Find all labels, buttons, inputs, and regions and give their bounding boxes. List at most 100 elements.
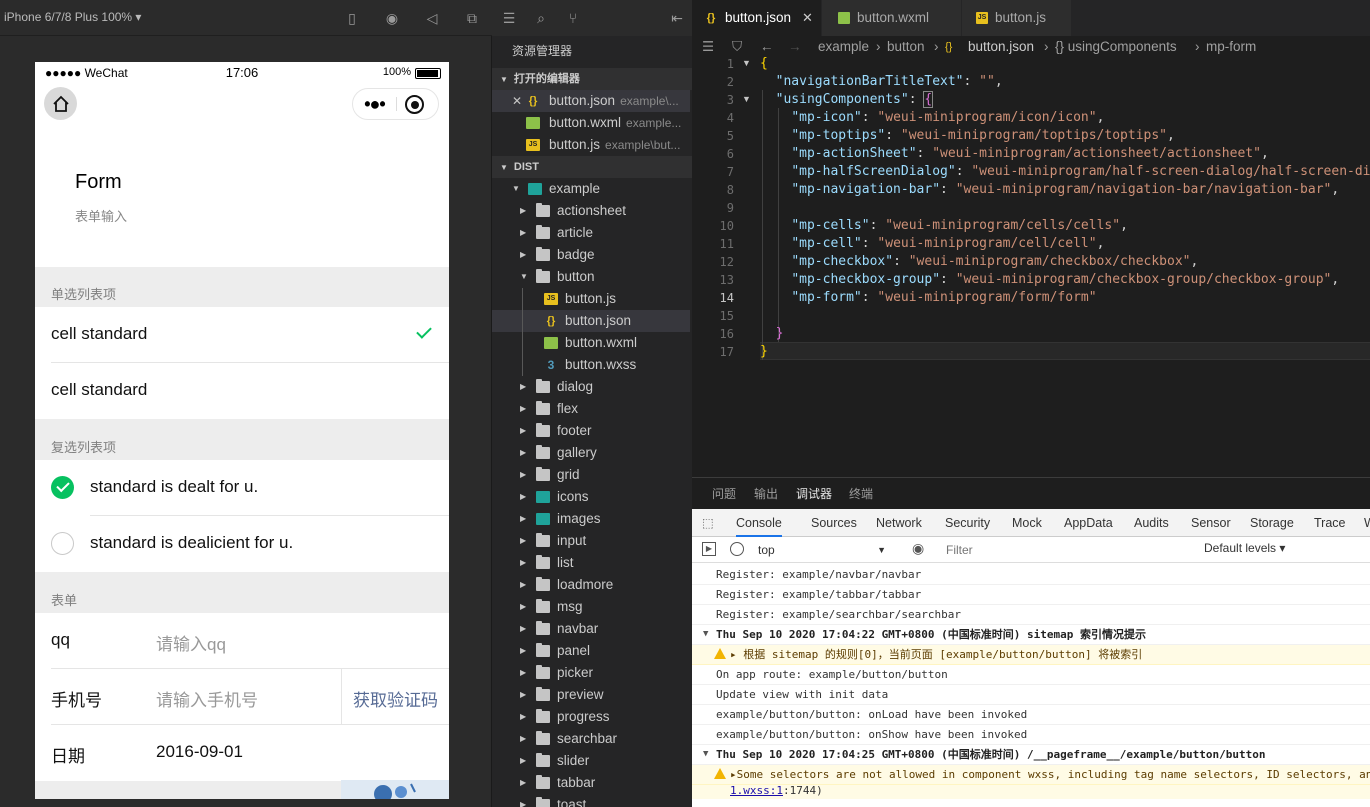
collapse-sidebar-icon[interactable]: ⇤ (668, 9, 686, 27)
folder-item[interactable]: ▶ panel (492, 640, 690, 662)
filter-input[interactable] (944, 541, 1196, 559)
folder-item[interactable]: ▶ gallery (492, 442, 690, 464)
open-editor-item[interactable]: button.wxml example... (492, 112, 690, 134)
folder-item[interactable]: ▶ slider (492, 750, 690, 772)
close-capsule-icon[interactable] (405, 95, 424, 114)
code-line[interactable]: "mp-halfScreenDialog": "weui-miniprogram… (760, 164, 1370, 179)
tab-output[interactable]: 输出 (754, 485, 778, 502)
folder-item[interactable]: ▶ msg (492, 596, 690, 618)
tab-button-json[interactable]: {} button.json ✕ (692, 0, 822, 36)
code-line[interactable]: "navigationBarTitleText": "", (760, 74, 1003, 89)
console-group-header[interactable]: ▼ Thu Sep 10 2020 17:04:22 GMT+0800 (中国标准… (692, 625, 1370, 645)
radio-cell[interactable]: cell standard (35, 363, 449, 419)
code-line[interactable]: "mp-checkbox": "weui-miniprogram/checkbo… (760, 254, 1198, 269)
console-warning[interactable]: ▸ 根据 sitemap 的规则[0]，当前页面 [example/button… (692, 645, 1370, 665)
folder-item[interactable]: ▶ images (492, 508, 690, 530)
explorer-icon[interactable]: ☰ (500, 9, 518, 27)
console-warning[interactable]: ▸Some selectors are not allowed in compo… (692, 765, 1370, 785)
get-verification-code-button[interactable]: 获取验证码 (353, 686, 438, 711)
breadcrumb-item[interactable]: button.json (968, 36, 1034, 58)
folder-item[interactable]: ▼ button (492, 266, 690, 288)
record-icon[interactable]: ◉ (383, 9, 401, 27)
console-group-header[interactable]: ▼ Thu Sep 10 2020 17:04:25 GMT+0800 (中国标准… (692, 745, 1370, 765)
code-line[interactable]: } (760, 344, 768, 359)
close-tab-icon[interactable]: ✕ (802, 0, 813, 36)
folder-item[interactable]: ▶ tabbar (492, 772, 690, 794)
tab-terminal[interactable]: 终端 (849, 485, 873, 502)
qq-input[interactable]: 请输入qq (156, 630, 226, 655)
code-line[interactable]: "usingComponents": { (760, 91, 934, 108)
bookmark-icon[interactable]: ⛉ (732, 36, 742, 58)
clear-console-icon[interactable] (730, 542, 744, 556)
checkbox-unchecked-icon[interactable] (51, 532, 74, 555)
folder-item[interactable]: ▶ input (492, 530, 690, 552)
collapse-arrow-icon[interactable]: ▼ (703, 625, 708, 644)
tab-audits[interactable]: Audits (1134, 509, 1169, 537)
folder-item[interactable]: ▶ loadmore (492, 574, 690, 596)
tab-mock[interactable]: Mock (1012, 509, 1042, 537)
tab-problems[interactable]: 问题 (712, 485, 736, 502)
close-icon[interactable]: ✕ (512, 90, 522, 112)
code-line[interactable]: "mp-icon": "weui-miniprogram/icon/icon", (760, 110, 1104, 125)
folder-item[interactable]: ▶ badge (492, 244, 690, 266)
section-open-editors[interactable]: ▼ 打开的编辑器 (492, 68, 692, 90)
radio-cell[interactable]: cell standard (35, 307, 449, 363)
window-icon[interactable]: ⧉ (463, 9, 481, 27)
folder-item[interactable]: ▶ preview (492, 684, 690, 706)
tab-storage[interactable]: Storage (1250, 509, 1294, 537)
date-field[interactable]: 日期 2016-09-01 (35, 725, 449, 781)
code-line[interactable]: "mp-cells": "weui-miniprogram/cells/cell… (760, 218, 1128, 233)
tab-debugger[interactable]: 调试器 (796, 485, 832, 502)
eye-icon[interactable]: ◉ (912, 540, 924, 557)
code-line[interactable]: "mp-form": "weui-miniprogram/form/form" (760, 290, 1096, 305)
folder-item[interactable]: ▶ navbar (492, 618, 690, 640)
section-dist[interactable]: ▼ DIST (492, 156, 692, 178)
breadcrumb-item[interactable]: {} usingComponents (1055, 36, 1177, 58)
checkbox-cell[interactable]: standard is dealt for u. (35, 460, 449, 516)
folder-item[interactable]: ▶ searchbar (492, 728, 690, 750)
device-select[interactable]: iPhone 6/7/8 Plus 100% ▾ (4, 10, 141, 24)
sidebar-toggle-icon[interactable]: ▶ (702, 542, 716, 556)
back-arrow-icon[interactable]: ← (760, 36, 774, 58)
breadcrumb-item[interactable]: button (887, 36, 925, 58)
folder-item[interactable]: ▶ actionsheet (492, 200, 690, 222)
code-line[interactable]: "mp-toptips": "weui-miniprogram/toptips/… (760, 128, 1175, 143)
console-message[interactable]: 1.wxss:1:1744) (692, 785, 1370, 799)
folder-item[interactable]: ▶ progress (492, 706, 690, 728)
tab-security[interactable]: Security (945, 509, 990, 537)
tab-network[interactable]: Network (876, 509, 922, 537)
folder-item[interactable]: ▶ grid (492, 464, 690, 486)
log-levels-select[interactable]: Default levels ▾ (1204, 541, 1285, 555)
folder-item[interactable]: ▶ toast (492, 794, 690, 807)
code-line[interactable]: } (760, 326, 784, 341)
date-value[interactable]: 2016-09-01 (156, 742, 243, 762)
open-editor-item[interactable]: JS button.js example\but... (492, 134, 690, 156)
fold-chevron-icon[interactable]: ▼ (742, 58, 751, 68)
breadcrumb-item[interactable]: mp-form (1206, 36, 1256, 58)
source-control-icon[interactable]: ⑂ (564, 9, 582, 27)
tab-button-wxml[interactable]: button.wxml (822, 0, 962, 36)
breadcrumb-item[interactable]: example (818, 36, 869, 58)
folder-item[interactable]: ▶ picker (492, 662, 690, 684)
folder-item[interactable]: ▶ article (492, 222, 690, 244)
source-link[interactable]: 1.wxss:1 (730, 785, 783, 797)
phone-field[interactable]: 手机号 请输入手机号 获取验证码 (35, 669, 449, 725)
folder-item[interactable]: ▶ footer (492, 420, 690, 442)
qq-field[interactable]: qq 请输入qq (35, 613, 449, 669)
list-icon[interactable]: ☰ (702, 36, 714, 58)
folder-item[interactable]: ▶ list (492, 552, 690, 574)
tab-console[interactable]: Console (736, 509, 782, 537)
home-button[interactable] (44, 87, 77, 120)
tab-button-js[interactable]: JS button.js (962, 0, 1072, 36)
code-line[interactable]: "mp-checkbox-group": "weui-miniprogram/c… (760, 272, 1339, 287)
open-editor-item[interactable]: ✕ {} button.json example\... (492, 90, 690, 112)
code-line[interactable]: "mp-navigation-bar": "weui-miniprogram/n… (760, 182, 1339, 197)
tab-sensor[interactable]: Sensor (1191, 509, 1231, 537)
phone-input[interactable]: 请输入手机号 (156, 686, 258, 711)
tab-sources[interactable]: Sources (811, 509, 857, 537)
folder-item[interactable]: ▶ icons (492, 486, 690, 508)
code-line[interactable]: "mp-actionSheet": "weui-miniprogram/acti… (760, 146, 1268, 161)
context-select[interactable]: top ▼ (758, 541, 892, 559)
tab-trace[interactable]: Trace (1314, 509, 1346, 537)
sound-icon[interactable]: ◁ (423, 9, 441, 27)
